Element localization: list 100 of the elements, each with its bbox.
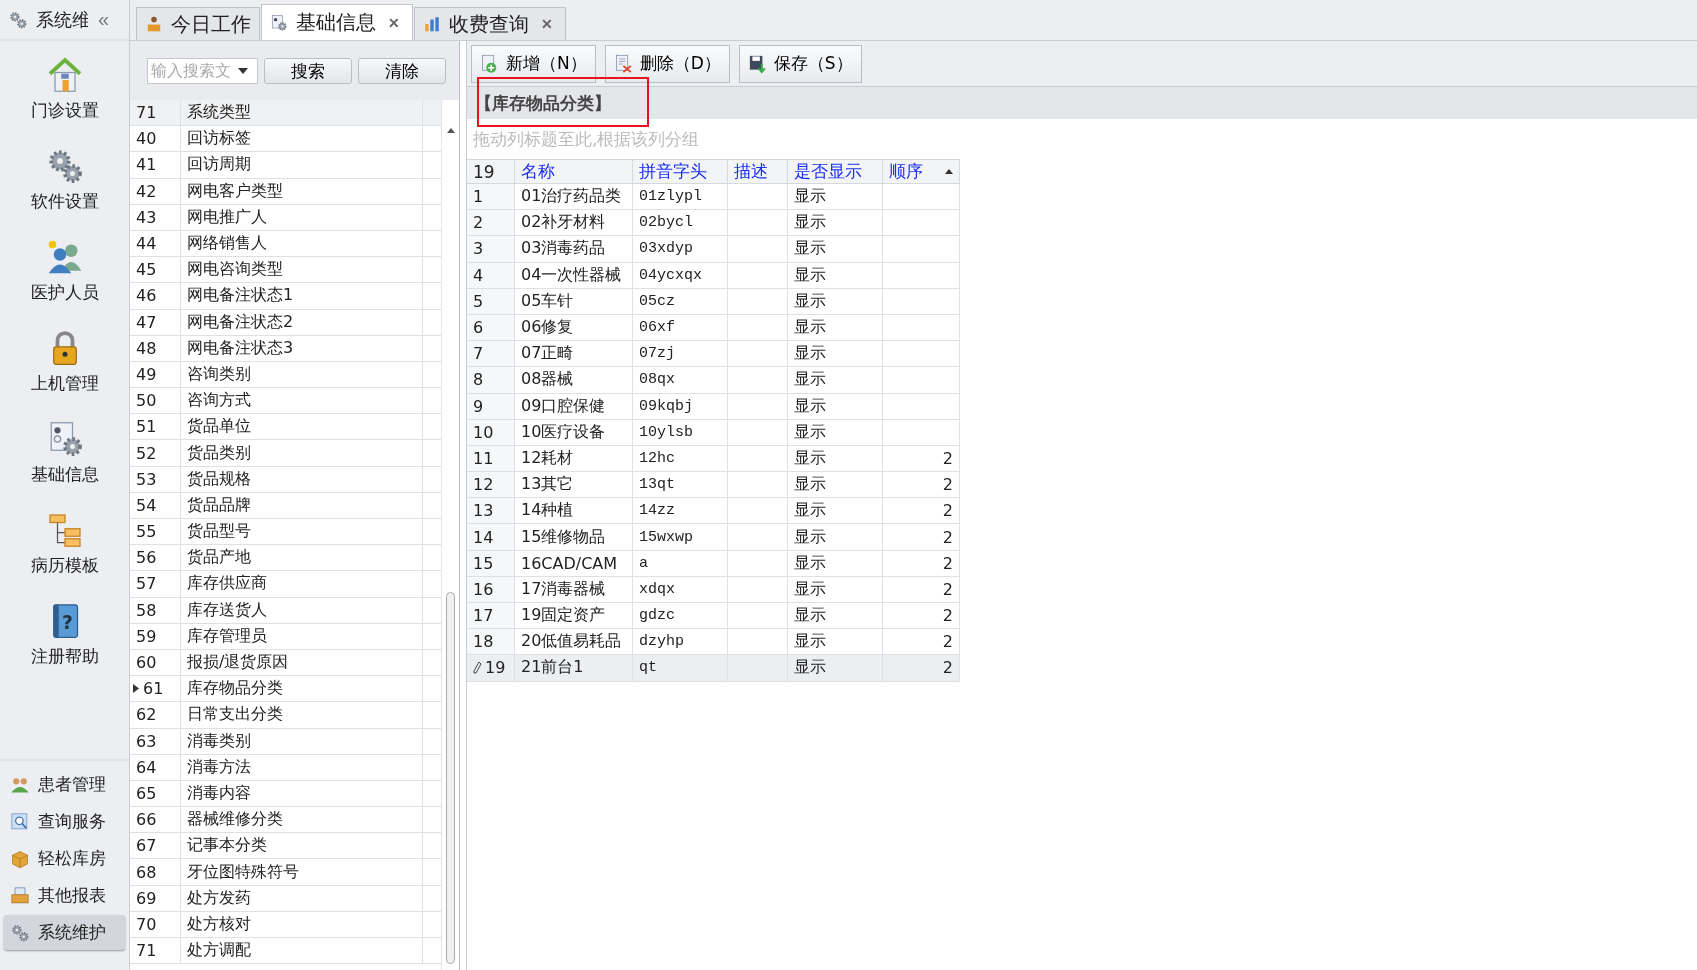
table-cell[interactable]: 网电备注状态3: [181, 335, 423, 361]
toolbar-button[interactable]: 删除（D）: [604, 44, 730, 83]
table-cell[interactable]: 57: [133, 574, 157, 594]
table-cell[interactable]: 67: [133, 836, 157, 856]
table-cell[interactable]: 网电推广人: [181, 204, 423, 230]
close-button[interactable]: ✕: [384, 14, 404, 31]
tab-label[interactable]: 基础信息: [296, 9, 376, 36]
tab[interactable]: 基础信息 ✕: [261, 4, 413, 40]
table-cell[interactable]: 报损/退货原因: [181, 649, 423, 676]
table-cell[interactable]: 63: [133, 731, 157, 751]
table-cell[interactable]: 62: [133, 705, 157, 725]
sidebar-group[interactable]: 系统维护: [4, 915, 125, 950]
toolbar-button[interactable]: 搜索: [264, 57, 352, 84]
column-header[interactable]: 拼音字头: [633, 159, 728, 184]
table-cell[interactable]: 货品规格: [181, 466, 423, 492]
table-cell[interactable]: 货品产地: [181, 545, 423, 571]
sidebar-item[interactable]: 上机管理: [4, 324, 125, 415]
table-cell[interactable]: 网电咨询类型: [181, 257, 423, 283]
sidebar-group[interactable]: 轻松库房: [4, 841, 125, 876]
table-cell[interactable]: 牙位图特殊符号: [181, 859, 423, 885]
table-cell[interactable]: 网电备注状态2: [181, 309, 423, 335]
tab-label[interactable]: 收费查询: [449, 10, 529, 38]
scrollbar-thumb[interactable]: [446, 592, 455, 964]
sidebar-item[interactable]: 基础信息: [4, 415, 125, 506]
table-cell[interactable]: 58: [133, 600, 157, 620]
table-cell[interactable]: 货品型号: [181, 519, 423, 545]
table-cell[interactable]: 56: [133, 548, 157, 568]
table-cell[interactable]: 40: [133, 129, 157, 149]
table-cell[interactable]: 货品单位: [181, 414, 423, 440]
table-cell[interactable]: 消毒类别: [181, 728, 423, 754]
table-cell[interactable]: 库存物品分类: [181, 676, 423, 702]
table-cell[interactable]: 68: [133, 862, 157, 882]
table-cell[interactable]: 61: [143, 679, 164, 699]
table-cell[interactable]: 网电备注状态1: [181, 283, 423, 309]
table-cell[interactable]: 54: [133, 495, 157, 515]
table-cell[interactable]: 咨询类别: [181, 361, 423, 388]
table-cell[interactable]: 50: [133, 391, 157, 411]
table-cell[interactable]: 65: [133, 783, 157, 803]
table-cell[interactable]: 47: [133, 312, 157, 332]
toolbar-button[interactable]: 保存（S）: [738, 44, 862, 83]
table-cell[interactable]: 日常支出分类: [181, 702, 423, 728]
table-cell[interactable]: 库存送货人: [181, 597, 423, 623]
toolbar-button[interactable]: 新增（N）: [471, 44, 596, 83]
table-cell[interactable]: 咨询方式: [181, 388, 423, 414]
table-cell[interactable]: 46: [133, 286, 157, 306]
table-cell[interactable]: 处方发药: [181, 885, 423, 911]
table-cell[interactable]: 49: [133, 364, 157, 384]
close-button[interactable]: ✕: [537, 16, 557, 32]
table-cell[interactable]: 44: [133, 234, 157, 254]
table-cell[interactable]: 货品类别: [181, 440, 423, 466]
sidebar-item[interactable]: 门诊设置: [4, 51, 125, 142]
table-cell[interactable]: 69: [133, 888, 157, 908]
table-cell[interactable]: 处方核对: [181, 911, 423, 937]
sidebar-item[interactable]: ? 注册帮助: [4, 597, 125, 688]
table-cell[interactable]: 64: [133, 757, 157, 777]
table-cell[interactable]: 66: [133, 810, 157, 830]
sidebar-group[interactable]: 其他报表: [4, 878, 125, 913]
table-cell[interactable]: 消毒内容: [181, 780, 423, 807]
sidebar-group[interactable]: 查询服务: [4, 804, 125, 839]
table-cell[interactable]: 48: [133, 338, 157, 358]
table-cell: 2: [883, 603, 960, 630]
table-cell[interactable]: 52: [133, 443, 157, 463]
sidebar-group[interactable]: 患者管理: [4, 767, 125, 802]
table-cell[interactable]: 41: [133, 155, 157, 175]
column-header[interactable]: 名称: [515, 159, 633, 184]
table-cell[interactable]: 59: [133, 626, 157, 646]
sidebar-item[interactable]: 软件设置: [4, 142, 125, 233]
scroll-up-icon[interactable]: [446, 128, 455, 133]
table-cell[interactable]: 回访标签: [181, 126, 423, 152]
table-cell[interactable]: 53: [133, 469, 157, 489]
table-cell[interactable]: 55: [133, 522, 157, 542]
table-cell[interactable]: 记事本分类: [181, 833, 423, 859]
table-cell[interactable]: 42: [133, 181, 157, 201]
table-cell[interactable]: 70: [133, 914, 157, 934]
table-cell[interactable]: 处方调配: [181, 938, 423, 964]
table-cell[interactable]: 器械维修分类: [181, 807, 423, 833]
search-field[interactable]: 输入搜索文: [147, 57, 258, 84]
table-cell[interactable]: 货品品牌: [181, 492, 423, 518]
table-cell[interactable]: 60: [133, 653, 157, 673]
tab[interactable]: 收费查询 ✕: [414, 7, 566, 40]
sidebar-item[interactable]: 病历模板: [4, 506, 125, 597]
collapse-button[interactable]: «: [96, 8, 112, 31]
toolbar-button[interactable]: 清除: [358, 57, 446, 84]
table-cell[interactable]: 43: [133, 207, 157, 227]
table-cell[interactable]: 库存管理员: [181, 623, 423, 649]
tab-label[interactable]: 今日工作: [171, 10, 251, 38]
table-cell[interactable]: 库存供应商: [181, 571, 423, 597]
table-cell[interactable]: 回访周期: [181, 152, 423, 178]
table-cell[interactable]: 网络销售人: [181, 230, 423, 257]
table-cell[interactable]: 71: [133, 941, 157, 961]
table-cell[interactable]: 45: [133, 260, 157, 280]
sidebar-item[interactable]: 医护人员: [4, 233, 125, 324]
table-cell[interactable]: 消毒方法: [181, 754, 423, 780]
tab[interactable]: 今日工作: [136, 7, 260, 40]
table-cell: 19固定资产: [515, 603, 633, 630]
column-header[interactable]: 顺序: [883, 159, 960, 184]
table-cell[interactable]: 网电客户类型: [181, 178, 423, 204]
table-cell[interactable]: 51: [133, 417, 157, 437]
column-header[interactable]: 是否显示: [788, 159, 883, 184]
column-header[interactable]: 描述: [728, 159, 788, 184]
